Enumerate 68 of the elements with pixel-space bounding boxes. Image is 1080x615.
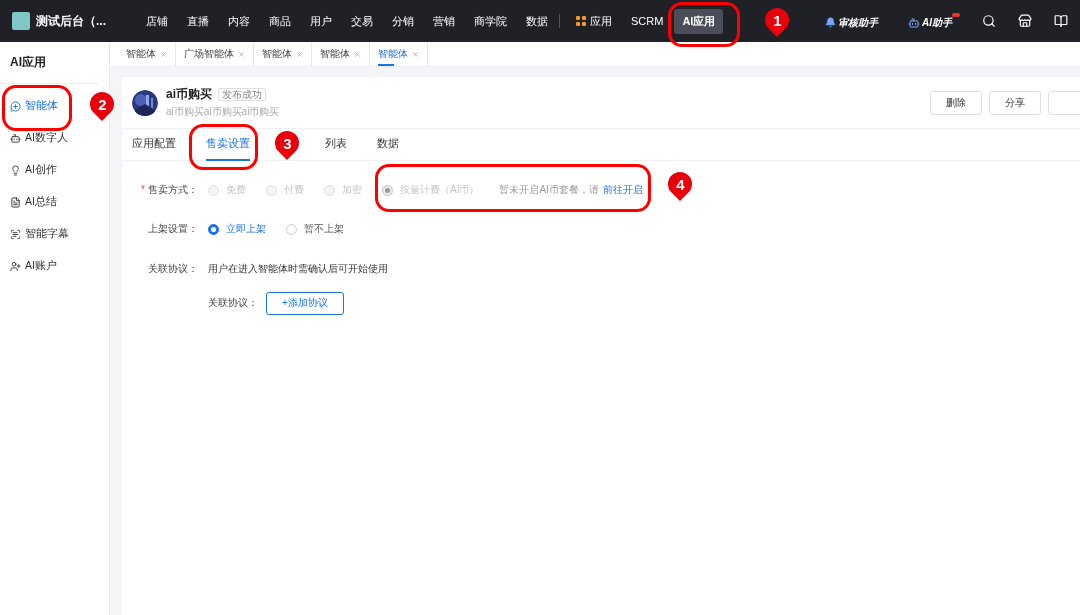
nav-item[interactable]: 内容 <box>220 8 258 34</box>
user-plus-icon <box>10 260 21 272</box>
nav-item[interactable]: 应用 <box>568 8 620 34</box>
close-icon <box>160 50 167 58</box>
book-icon[interactable] <box>1054 14 1068 28</box>
page-tab[interactable]: 广场智能体 <box>176 41 254 67</box>
nav-item[interactable]: 直播 <box>179 8 217 34</box>
tab[interactable]: 售卖设置 <box>206 129 250 161</box>
close-icon <box>296 50 303 58</box>
app-name: ai币购买 <box>166 87 212 101</box>
store-icon[interactable] <box>1018 14 1032 28</box>
assistant-link[interactable]: 审核助手 <box>825 12 886 30</box>
robot-icon <box>908 16 920 29</box>
field-label: 关联协议： <box>147 262 199 276</box>
grid-icon <box>576 16 586 26</box>
page-tab[interactable]: 智能体 <box>370 41 428 67</box>
page-tab[interactable]: 智能体 <box>118 41 176 67</box>
hint-text: 暂未开启AI币套餐，请 <box>499 183 599 197</box>
sidebar-item[interactable]: 智能字幕 <box>0 218 79 250</box>
sidebar-title: AI应用 <box>0 54 99 84</box>
nav-item[interactable]: 交易 <box>343 8 381 34</box>
chat-plus-icon <box>10 100 21 112</box>
nav-item[interactable]: 商品 <box>261 8 299 34</box>
sidebar-item[interactable]: 智能体 <box>0 90 68 122</box>
scan-text-icon <box>10 228 21 240</box>
brand-name: 测试后台（... <box>36 12 106 30</box>
nav-item[interactable]: 分销 <box>384 8 422 34</box>
field-label: 关联协议： <box>208 296 258 310</box>
nav-item[interactable]: 营销 <box>425 8 463 34</box>
field-label: * 售卖方式： <box>140 183 199 197</box>
app-description: ai币购买ai币购买ai币购买 <box>166 105 280 119</box>
sidebar-item[interactable]: AI账户 <box>0 250 67 282</box>
close-icon <box>238 50 245 58</box>
page-tab[interactable]: 智能体 <box>312 41 370 67</box>
radio-option[interactable]: 暂不上架 <box>286 222 344 236</box>
enable-link[interactable]: 前往开启 <box>602 183 643 197</box>
lightbulb-icon <box>10 164 21 176</box>
nav-item[interactable]: 店铺 <box>138 8 176 34</box>
nav-item[interactable]: 商学院 <box>466 8 515 34</box>
nav-item[interactable]: AI应用 <box>674 8 724 34</box>
add-agreement-button[interactable]: +添加协议 <box>266 291 344 315</box>
sidebar-item[interactable]: AI总结 <box>0 186 67 218</box>
close-icon <box>354 50 361 58</box>
document-icon <box>10 196 21 208</box>
page-tab[interactable]: 智能体 <box>254 41 312 67</box>
tab[interactable]: 数据 <box>377 129 399 161</box>
robot-icon <box>10 132 21 144</box>
action-button[interactable]: 分享 <box>989 90 1041 115</box>
field-label: 上架设置： <box>147 222 199 236</box>
nav-item[interactable]: SCRM <box>623 10 672 32</box>
sidebar-item[interactable]: AI创作 <box>0 154 67 186</box>
status-tag: 发布成功 <box>218 88 266 101</box>
action-button[interactable]: 删除 <box>930 90 982 115</box>
search-icon[interactable] <box>982 14 996 28</box>
logo-icon <box>12 12 30 30</box>
agreement-text: 用户在进入智能体时需确认后可开始使用 <box>208 262 388 276</box>
tab[interactable]: 应用配置 <box>132 129 176 161</box>
bell-icon <box>825 17 836 28</box>
sidebar-item[interactable]: AI数字人 <box>0 122 78 154</box>
nav-item[interactable]: 数据 <box>518 8 556 34</box>
highlight-ring <box>189 124 258 170</box>
radio-option[interactable]: 立即上架 <box>208 222 266 236</box>
assistant-link[interactable]: AI助手 <box>908 12 960 30</box>
nav-item[interactable]: 用户 <box>302 8 340 34</box>
tab[interactable]: 列表 <box>325 129 347 161</box>
highlight-ring <box>2 85 72 131</box>
close-icon <box>412 50 419 58</box>
highlight-ring <box>668 2 740 47</box>
